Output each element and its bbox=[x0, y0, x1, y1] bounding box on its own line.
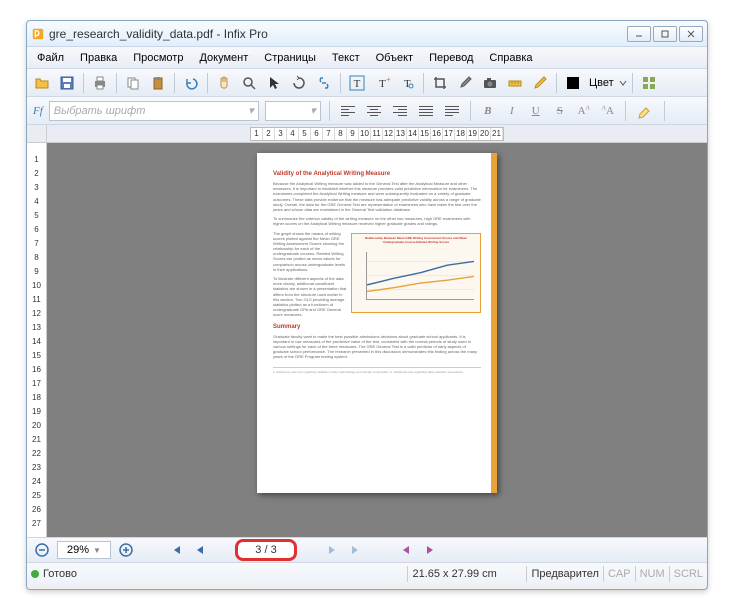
chevron-down-icon[interactable] bbox=[619, 79, 627, 87]
last-page-button[interactable] bbox=[347, 541, 365, 559]
highlight-button[interactable] bbox=[634, 100, 656, 122]
doc-heading: Validity of the Analytical Writing Measu… bbox=[273, 171, 481, 177]
minimize-button[interactable] bbox=[627, 26, 651, 42]
doc-para: Graduate faculty want to make the best p… bbox=[273, 334, 481, 360]
doc-chart: Relationship Between Mean GRE Writing As… bbox=[351, 233, 481, 313]
underline-button[interactable]: U bbox=[527, 105, 545, 117]
print-button[interactable] bbox=[89, 72, 111, 94]
status-cap: CAP bbox=[608, 568, 631, 580]
status-indicator-icon bbox=[31, 570, 39, 578]
text-tool-button[interactable]: T bbox=[346, 72, 368, 94]
statusbar: Готово 21.65 x 27.99 cm Предварител CAP … bbox=[27, 563, 707, 585]
history-forward-button[interactable] bbox=[421, 541, 439, 559]
align-full-button[interactable] bbox=[442, 101, 462, 121]
doc-para: Because the Analytical Writing measure w… bbox=[273, 181, 481, 212]
align-center-button[interactable] bbox=[364, 101, 384, 121]
svg-text:T: T bbox=[379, 78, 386, 90]
zoom-level[interactable]: 29%▼ bbox=[57, 541, 111, 559]
menu-translate[interactable]: Перевод bbox=[421, 50, 481, 66]
app-icon bbox=[31, 27, 45, 41]
menu-view[interactable]: Просмотр bbox=[125, 50, 191, 66]
bold-button[interactable]: B bbox=[479, 105, 497, 117]
doc-heading-summary: Summary bbox=[273, 324, 481, 330]
text-plus-tool-button[interactable]: T+ bbox=[371, 72, 393, 94]
superscript-button[interactable]: AA bbox=[575, 105, 593, 117]
doc-footnotes: 1. Reference note text regarding validat… bbox=[273, 367, 481, 374]
italic-button[interactable]: I bbox=[503, 105, 521, 117]
font-family-select[interactable]: Выбрать шрифт▾ bbox=[49, 101, 259, 121]
crop-tool-button[interactable] bbox=[429, 72, 451, 94]
menu-text[interactable]: Текст bbox=[324, 50, 368, 66]
page-nav-bar: 29%▼ 3 / 3 bbox=[27, 537, 707, 563]
hand-tool-button[interactable] bbox=[213, 72, 235, 94]
zoom-tool-button[interactable] bbox=[238, 72, 260, 94]
color-label: Цвет bbox=[589, 77, 614, 89]
pdf-page: Validity of the Analytical Writing Measu… bbox=[257, 153, 497, 493]
menu-edit[interactable]: Правка bbox=[72, 50, 125, 66]
titlebar: gre_research_validity_data.pdf - Infix P… bbox=[27, 21, 707, 47]
status-num: NUM bbox=[640, 568, 665, 580]
first-page-button[interactable] bbox=[167, 541, 185, 559]
status-preview: Предварител bbox=[531, 568, 599, 580]
history-back-button[interactable] bbox=[397, 541, 415, 559]
format-toolbar: Ff Выбрать шрифт▾ ▾ B I U S AA AA bbox=[27, 97, 707, 125]
save-button[interactable] bbox=[56, 72, 78, 94]
status-dimensions: 21.65 x 27.99 cm bbox=[412, 568, 522, 580]
main-toolbar: T T+ T Цвет bbox=[27, 69, 707, 97]
menu-pages[interactable]: Страницы bbox=[256, 50, 324, 66]
prev-page-button[interactable] bbox=[191, 541, 209, 559]
font-size-select[interactable]: ▾ bbox=[265, 101, 321, 121]
subscript-button[interactable]: AA bbox=[599, 105, 617, 117]
next-page-button[interactable] bbox=[323, 541, 341, 559]
svg-text:+: + bbox=[386, 75, 391, 84]
menu-file[interactable]: Файл bbox=[29, 50, 72, 66]
ruler-horizontal: 123456789101112131415161718192021 bbox=[27, 125, 707, 143]
zoom-in-button[interactable] bbox=[117, 541, 135, 559]
maximize-button[interactable] bbox=[653, 26, 677, 42]
ruler-tool-button[interactable] bbox=[504, 72, 526, 94]
link-tool-button[interactable] bbox=[313, 72, 335, 94]
pencil-tool-button[interactable] bbox=[529, 72, 551, 94]
paste-button[interactable] bbox=[147, 72, 169, 94]
grid-tool-button[interactable] bbox=[638, 72, 660, 94]
svg-text:T: T bbox=[354, 78, 361, 90]
copy-button[interactable] bbox=[122, 72, 144, 94]
undo-button[interactable] bbox=[180, 72, 202, 94]
menu-document[interactable]: Документ bbox=[191, 50, 256, 66]
align-right-button[interactable] bbox=[390, 101, 410, 121]
doc-para: To summarize the criterion validity of t… bbox=[273, 216, 481, 226]
camera-tool-button[interactable] bbox=[479, 72, 501, 94]
workspace: 1234567891011121314151617181920212223242… bbox=[27, 143, 707, 537]
color-swatch[interactable] bbox=[562, 72, 584, 94]
canvas[interactable]: Validity of the Analytical Writing Measu… bbox=[47, 143, 707, 537]
align-justify-button[interactable] bbox=[416, 101, 436, 121]
strike-button[interactable]: S bbox=[551, 105, 569, 117]
menu-help[interactable]: Справка bbox=[481, 50, 540, 66]
page-indicator[interactable]: 3 / 3 bbox=[235, 539, 297, 561]
eyedropper-tool-button[interactable] bbox=[454, 72, 476, 94]
align-left-button[interactable] bbox=[338, 101, 358, 121]
close-button[interactable] bbox=[679, 26, 703, 42]
window-title: gre_research_validity_data.pdf - Infix P… bbox=[49, 27, 627, 41]
ruler-vertical: 1234567891011121314151617181920212223242… bbox=[27, 143, 47, 537]
menu-object[interactable]: Объект bbox=[368, 50, 421, 66]
pointer-tool-button[interactable] bbox=[263, 72, 285, 94]
app-window: gre_research_validity_data.pdf - Infix P… bbox=[26, 20, 708, 590]
text-link-tool-button[interactable]: T bbox=[396, 72, 418, 94]
status-scrl: SCRL bbox=[674, 568, 703, 580]
status-ready: Готово bbox=[43, 568, 77, 580]
font-icon: Ff bbox=[33, 105, 43, 117]
rotate-tool-button[interactable] bbox=[288, 72, 310, 94]
zoom-out-button[interactable] bbox=[33, 541, 51, 559]
open-button[interactable] bbox=[31, 72, 53, 94]
menubar: Файл Правка Просмотр Документ Страницы Т… bbox=[27, 47, 707, 69]
